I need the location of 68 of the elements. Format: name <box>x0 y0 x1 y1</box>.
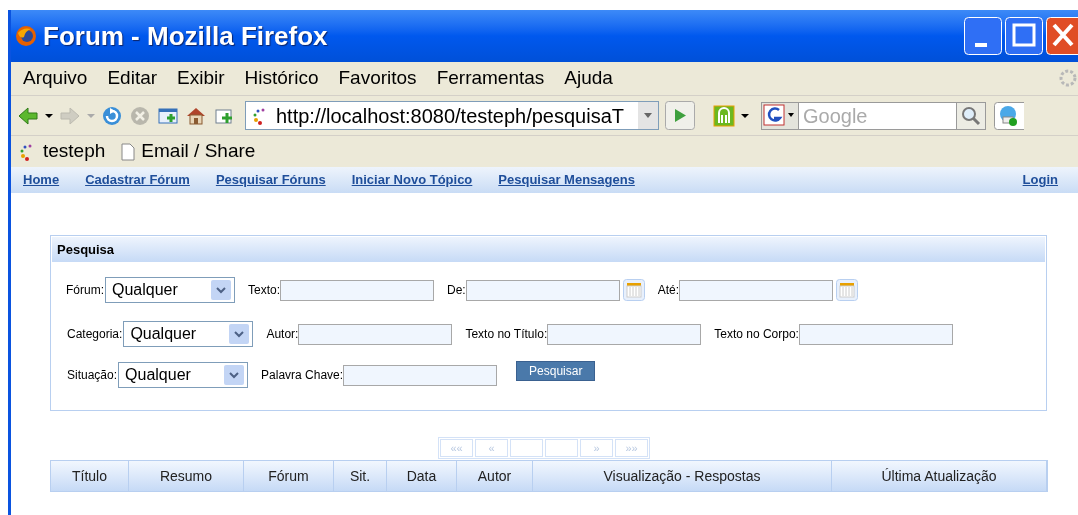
dropdown[interactable]: Qualquer <box>118 362 249 388</box>
go-button[interactable] <box>665 101 695 130</box>
bookmark-item[interactable]: Email / Share <box>121 137 256 166</box>
throbber-icon <box>1058 68 1078 88</box>
nav-link[interactable]: Pesquisar Fóruns <box>215 170 326 190</box>
feed-icon[interactable] <box>713 104 735 127</box>
panel-header: Pesquisa <box>52 237 1045 262</box>
input-field[interactable] <box>343 364 498 386</box>
window-title: Forum - Mozilla Firefox <box>43 19 328 53</box>
menu-item[interactable]: Exibir <box>177 64 225 93</box>
field-label: Categoria: <box>67 326 123 343</box>
field-label: De: <box>447 282 466 299</box>
close-button[interactable] <box>1046 17 1078 55</box>
dropdown-caret-icon[interactable] <box>741 112 749 119</box>
menu-item[interactable]: Ajuda <box>564 64 613 93</box>
nav-link[interactable]: Iniciar Novo Tópico <box>351 170 473 190</box>
input-field[interactable] <box>547 323 702 345</box>
chevron-down-icon <box>229 324 250 344</box>
menu-item[interactable]: Editar <box>107 64 158 93</box>
field-label: Palavra Chave: <box>261 367 344 384</box>
field-label: Situação: <box>67 367 118 384</box>
dropdown[interactable]: Qualquer <box>123 321 254 347</box>
dropdown[interactable]: Qualquer <box>105 277 235 303</box>
nav-link[interactable]: Cadastrar Fórum <box>85 170 190 190</box>
calendar-icon[interactable] <box>836 279 859 301</box>
url-text: http://localhost:8080/testeph/pesquisaT <box>276 103 624 129</box>
reload-icon[interactable] <box>101 104 123 127</box>
nav-link[interactable]: Pesquisar Mensagens <box>498 170 635 190</box>
input-field[interactable] <box>679 279 834 301</box>
input-field[interactable] <box>298 323 453 345</box>
maximize-button[interactable] <box>1005 17 1043 55</box>
field-label: Texto no Título: <box>465 326 548 343</box>
calendar-icon[interactable] <box>622 279 645 301</box>
firefox-logo-icon <box>15 25 37 47</box>
dropdown-caret-icon[interactable] <box>45 112 53 119</box>
column-header: Resumo <box>129 461 244 491</box>
field-label: Texto: <box>248 282 281 299</box>
column-header: Última Atualização <box>832 461 1047 491</box>
column-header: Título <box>51 461 129 491</box>
back-arrow-icon[interactable] <box>17 104 39 127</box>
column-header: Data <box>387 461 457 491</box>
chevron-down-icon <box>211 280 231 300</box>
input-field[interactable] <box>280 279 435 301</box>
chevron-down-icon <box>224 365 245 385</box>
search-button[interactable] <box>956 101 986 130</box>
menu-item[interactable]: Ferramentas <box>436 64 545 93</box>
menu-item[interactable]: Favoritos <box>338 64 417 93</box>
page-icon <box>121 142 136 161</box>
field-label: Texto no Corpo: <box>714 326 799 343</box>
login-link[interactable]: Login <box>1022 170 1058 190</box>
column-header: Autor <box>457 461 533 491</box>
field-label: Autor: <box>266 326 299 343</box>
column-header: Sit. <box>334 461 387 491</box>
bookmark-item[interactable]: testeph <box>19 137 106 166</box>
menu-item[interactable]: Arquivo <box>23 64 88 93</box>
column-header: Visualização - Respostas <box>533 461 832 491</box>
search-engine-button[interactable] <box>761 101 799 130</box>
field-label: Até: <box>657 282 680 299</box>
input-field[interactable] <box>465 279 620 301</box>
minimize-button[interactable] <box>964 17 1002 55</box>
address-bar[interactable]: http://localhost:8080/testeph/pesquisaT <box>245 101 659 130</box>
search-button[interactable]: Pesquisar <box>516 361 596 381</box>
column-header: Fórum <box>244 461 334 491</box>
nav-link[interactable]: Home <box>23 170 60 190</box>
field-label: Fórum: <box>66 282 104 299</box>
menu-item[interactable]: Histórico <box>244 64 319 93</box>
search-field[interactable]: Google <box>799 101 956 130</box>
input-field[interactable] <box>798 323 953 345</box>
